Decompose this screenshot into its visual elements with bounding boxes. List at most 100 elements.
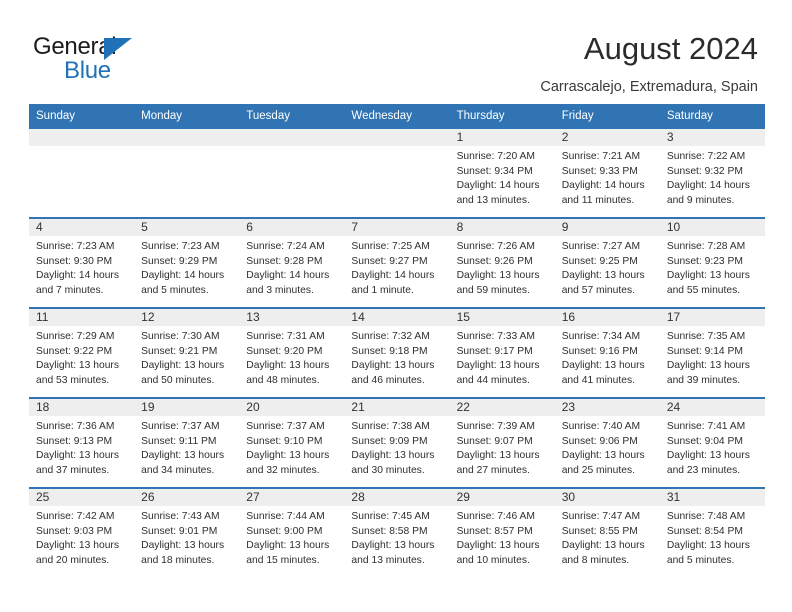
- sunrise-line: Sunrise: 7:38 AM: [351, 421, 430, 432]
- sunset-line: Sunset: 9:33 PM: [561, 165, 638, 177]
- day-number: 16: [554, 309, 660, 326]
- calendar-day[interactable]: 13 Sunrise: 7:31 AM Sunset: 9:20 PM Dayligh…: [239, 309, 345, 397]
- daylight-line-2: and 48 minutes.: [246, 374, 320, 386]
- calendar-day[interactable]: 11 Sunrise: 7:29 AM Sunset: 9:22 PM Dayligh…: [29, 309, 135, 397]
- daylight-line-1: Daylight: 13 hours: [666, 540, 750, 552]
- daylight-line-1: Daylight: 13 hours: [561, 360, 645, 372]
- day-sun-info: Sunrise: 7:24 AM Sunset: 9:28 PM Daylight:…: [239, 236, 344, 298]
- day-sun-info: Sunrise: 7:33 AM Sunset: 9:17 PM Daylight:…: [450, 326, 555, 388]
- calendar-day[interactable]: 25 Sunrise: 7:42 AM Sunset: 9:03 PM Dayligh…: [29, 489, 135, 577]
- calendar-day[interactable]: 20 Sunrise: 7:37 AM Sunset: 9:10 PM Dayligh…: [239, 399, 345, 487]
- logo-text-blue: Blue: [64, 57, 111, 84]
- calendar-day[interactable]: 29 Sunrise: 7:46 AM Sunset: 8:57 PM Dayligh…: [449, 489, 555, 577]
- sunset-line: Sunset: 9:28 PM: [246, 255, 323, 267]
- calendar-day[interactable]: 24 Sunrise: 7:41 AM Sunset: 9:04 PM Dayligh…: [659, 399, 765, 487]
- daylight-line-1: Daylight: 14 hours: [456, 180, 540, 192]
- calendar-cell: [134, 129, 240, 218]
- generalblue-logo[interactable]: General Blue: [33, 34, 233, 84]
- sunset-line: Sunset: 9:04 PM: [666, 435, 743, 447]
- calendar-cell: 18 Sunrise: 7:36 AM Sunset: 9:13 PM Dayligh…: [29, 397, 135, 488]
- sunset-line: Sunset: 9:27 PM: [351, 255, 428, 267]
- daylight-line-1: Daylight: 13 hours: [561, 450, 645, 462]
- sunrise-line: Sunrise: 7:22 AM: [666, 151, 746, 162]
- daylight-line-1: Daylight: 13 hours: [456, 270, 540, 282]
- calendar-cell: [29, 129, 135, 218]
- calendar-day[interactable]: 5 Sunrise: 7:23 AM Sunset: 9:29 PM Daylight…: [134, 219, 240, 307]
- calendar-day[interactable]: 6 Sunrise: 7:24 AM Sunset: 9:28 PM Daylight…: [239, 219, 345, 307]
- calendar-day[interactable]: 23 Sunrise: 7:40 AM Sunset: 9:06 PM Dayligh…: [554, 399, 660, 487]
- calendar-day[interactable]: 15 Sunrise: 7:33 AM Sunset: 9:17 PM Dayligh…: [449, 309, 555, 397]
- calendar-day[interactable]: 10 Sunrise: 7:28 AM Sunset: 9:23 PM Dayligh…: [659, 219, 765, 307]
- calendar-weekday-header: Sunday Monday Tuesday Wednesday Thursday Frid…: [29, 104, 765, 129]
- day-number: 8: [449, 219, 555, 236]
- day-number: 15: [449, 309, 555, 326]
- day-sun-info: Sunrise: 7:28 AM Sunset: 9:23 PM Daylight:…: [660, 236, 765, 298]
- daylight-line-2: and 59 minutes.: [456, 284, 530, 296]
- calendar-day[interactable]: 19 Sunrise: 7:37 AM Sunset: 9:11 PM Dayligh…: [134, 399, 240, 487]
- sunrise-line: Sunrise: 7:37 AM: [246, 421, 325, 432]
- daylight-line-1: Daylight: 13 hours: [351, 450, 435, 462]
- day-number: 27: [239, 489, 345, 506]
- daylight-line-1: Daylight: 14 hours: [666, 180, 750, 192]
- daylight-line-1: Daylight: 13 hours: [666, 360, 750, 372]
- page-subtitle: Carrascalejo, Extremadura, Spain: [540, 79, 758, 95]
- day-sun-info: Sunrise: 7:23 AM Sunset: 9:30 PM Daylight:…: [29, 236, 134, 298]
- calendar-cell: [344, 129, 450, 218]
- sunrise-line: Sunrise: 7:32 AM: [351, 331, 430, 342]
- daylight-line-2: and 39 minutes.: [666, 374, 741, 386]
- sunset-line: Sunset: 9:13 PM: [36, 435, 113, 447]
- calendar-week-row: 25 Sunrise: 7:42 AM Sunset: 9:03 PM Dayligh…: [29, 487, 765, 577]
- daylight-line-1: Daylight: 13 hours: [36, 360, 119, 372]
- calendar-cell: 8 Sunrise: 7:26 AM Sunset: 9:26 PM Daylight…: [449, 217, 555, 308]
- sunrise-line: Sunrise: 7:44 AM: [246, 511, 325, 522]
- calendar-day[interactable]: 28 Sunrise: 7:45 AM Sunset: 8:58 PM Dayligh…: [344, 489, 450, 577]
- sunset-line: Sunset: 8:58 PM: [351, 525, 428, 537]
- calendar-day[interactable]: 7 Sunrise: 7:25 AM Sunset: 9:27 PM Daylight…: [344, 219, 450, 307]
- daylight-line-1: Daylight: 13 hours: [36, 450, 119, 462]
- calendar-day[interactable]: 27 Sunrise: 7:44 AM Sunset: 9:00 PM Dayligh…: [239, 489, 345, 577]
- calendar-week-row: 4 Sunrise: 7:23 AM Sunset: 9:30 PM Daylight…: [29, 217, 765, 308]
- calendar-day[interactable]: 18 Sunrise: 7:36 AM Sunset: 9:13 PM Dayligh…: [29, 399, 135, 487]
- calendar-cell: 25 Sunrise: 7:42 AM Sunset: 9:03 PM Dayligh…: [29, 487, 135, 577]
- daylight-line-1: Daylight: 13 hours: [246, 360, 330, 372]
- day-sun-info: Sunrise: 7:45 AM Sunset: 8:58 PM Daylight:…: [344, 506, 449, 568]
- calendar-cell: 13 Sunrise: 7:31 AM Sunset: 9:20 PM Dayligh…: [239, 307, 345, 398]
- calendar-day[interactable]: 26 Sunrise: 7:43 AM Sunset: 9:01 PM Dayligh…: [134, 489, 240, 577]
- calendar-day[interactable]: 12 Sunrise: 7:30 AM Sunset: 9:21 PM Dayligh…: [134, 309, 240, 397]
- sunset-line: Sunset: 9:32 PM: [666, 165, 743, 177]
- calendar-day[interactable]: 8 Sunrise: 7:26 AM Sunset: 9:26 PM Daylight…: [449, 219, 555, 307]
- daylight-line-2: and 1 minute.: [351, 284, 414, 296]
- sunrise-line: Sunrise: 7:31 AM: [246, 331, 325, 342]
- day-number: 24: [659, 399, 765, 416]
- calendar-day[interactable]: 31 Sunrise: 7:48 AM Sunset: 8:54 PM Dayligh…: [659, 489, 765, 577]
- daylight-line-1: Daylight: 13 hours: [456, 360, 540, 372]
- calendar-cell: 24 Sunrise: 7:41 AM Sunset: 9:04 PM Dayligh…: [659, 397, 765, 488]
- sunrise-line: Sunrise: 7:37 AM: [141, 421, 220, 432]
- daylight-line-2: and 9 minutes.: [666, 194, 735, 206]
- calendar-day[interactable]: 22 Sunrise: 7:39 AM Sunset: 9:07 PM Dayligh…: [449, 399, 555, 487]
- daylight-line-1: Daylight: 14 hours: [36, 270, 119, 282]
- day-sun-info: Sunrise: 7:32 AM Sunset: 9:18 PM Daylight:…: [344, 326, 449, 388]
- sunset-line: Sunset: 9:30 PM: [36, 255, 113, 267]
- calendar-day[interactable]: 9 Sunrise: 7:27 AM Sunset: 9:25 PM Daylight…: [554, 219, 660, 307]
- day-number: 29: [449, 489, 555, 506]
- sunrise-line: Sunrise: 7:23 AM: [36, 241, 115, 252]
- calendar-day[interactable]: 30 Sunrise: 7:47 AM Sunset: 8:55 PM Dayligh…: [554, 489, 660, 577]
- calendar-day[interactable]: 16 Sunrise: 7:34 AM Sunset: 9:16 PM Dayligh…: [554, 309, 660, 397]
- sunset-line: Sunset: 9:17 PM: [456, 345, 533, 357]
- calendar-day[interactable]: 17 Sunrise: 7:35 AM Sunset: 9:14 PM Dayligh…: [659, 309, 765, 397]
- calendar-day[interactable]: 3 Sunrise: 7:22 AM Sunset: 9:32 PM Daylight…: [659, 129, 765, 217]
- calendar-table: Sunday Monday Tuesday Wednesday Thursday Frid…: [29, 104, 765, 577]
- calendar-day[interactable]: 14 Sunrise: 7:32 AM Sunset: 9:18 PM Dayligh…: [344, 309, 450, 397]
- day-number: 5: [134, 219, 240, 236]
- day-sun-info: Sunrise: 7:23 AM Sunset: 9:29 PM Daylight:…: [134, 236, 239, 298]
- calendar-day[interactable]: 2 Sunrise: 7:21 AM Sunset: 9:33 PM Daylight…: [554, 129, 660, 217]
- sunrise-line: Sunrise: 7:25 AM: [351, 241, 430, 252]
- sunset-line: Sunset: 9:26 PM: [456, 255, 533, 267]
- calendar-cell: 27 Sunrise: 7:44 AM Sunset: 9:00 PM Dayligh…: [239, 487, 345, 577]
- calendar-day[interactable]: 4 Sunrise: 7:23 AM Sunset: 9:30 PM Daylight…: [29, 219, 135, 307]
- calendar-day[interactable]: 21 Sunrise: 7:38 AM Sunset: 9:09 PM Dayligh…: [344, 399, 450, 487]
- weekday-header-thursday: Thursday: [449, 104, 555, 129]
- calendar-day[interactable]: 1 Sunrise: 7:20 AM Sunset: 9:34 PM Daylight…: [449, 129, 555, 217]
- day-sun-info: Sunrise: 7:27 AM Sunset: 9:25 PM Daylight:…: [555, 236, 660, 298]
